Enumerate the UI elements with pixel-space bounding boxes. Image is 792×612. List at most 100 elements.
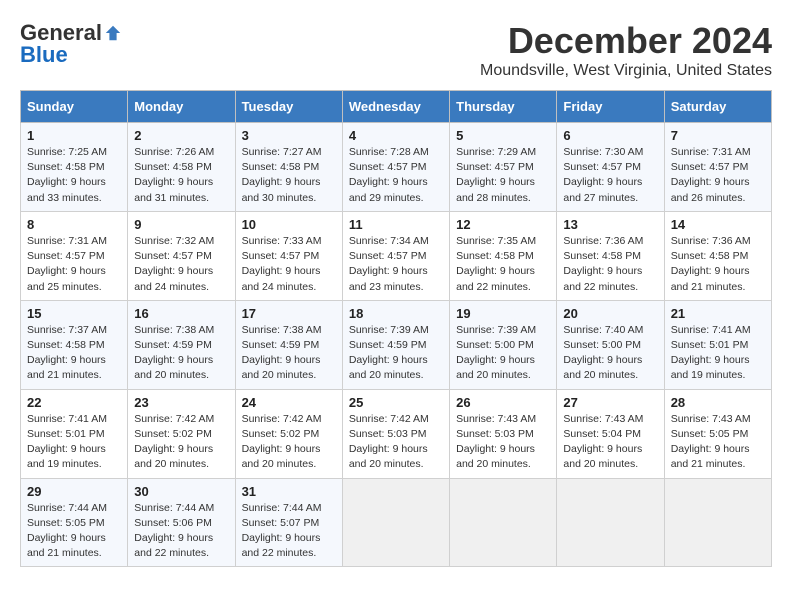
calendar-cell: 13 Sunrise: 7:36 AM Sunset: 4:58 PM Dayl… — [557, 211, 664, 300]
calendar-table: Sunday Monday Tuesday Wednesday Thursday… — [20, 90, 772, 567]
day-number: 28 — [671, 395, 765, 410]
day-info: Sunrise: 7:30 AM Sunset: 4:57 PM Dayligh… — [563, 145, 657, 206]
calendar-cell: 17 Sunrise: 7:38 AM Sunset: 4:59 PM Dayl… — [235, 300, 342, 389]
calendar-cell — [664, 478, 771, 567]
calendar-cell: 5 Sunrise: 7:29 AM Sunset: 4:57 PM Dayli… — [450, 123, 557, 212]
calendar-cell: 10 Sunrise: 7:33 AM Sunset: 4:57 PM Dayl… — [235, 211, 342, 300]
calendar-cell: 23 Sunrise: 7:42 AM Sunset: 5:02 PM Dayl… — [128, 389, 235, 478]
day-number: 30 — [134, 484, 228, 499]
day-info: Sunrise: 7:32 AM Sunset: 4:57 PM Dayligh… — [134, 234, 228, 295]
calendar-cell: 8 Sunrise: 7:31 AM Sunset: 4:57 PM Dayli… — [21, 211, 128, 300]
day-number: 10 — [242, 217, 336, 232]
calendar-cell: 27 Sunrise: 7:43 AM Sunset: 5:04 PM Dayl… — [557, 389, 664, 478]
day-info: Sunrise: 7:44 AM Sunset: 5:07 PM Dayligh… — [242, 501, 336, 562]
header-saturday: Saturday — [664, 91, 771, 123]
calendar-row: 29 Sunrise: 7:44 AM Sunset: 5:05 PM Dayl… — [21, 478, 772, 567]
header-tuesday: Tuesday — [235, 91, 342, 123]
day-number: 15 — [27, 306, 121, 321]
day-number: 1 — [27, 128, 121, 143]
day-info: Sunrise: 7:34 AM Sunset: 4:57 PM Dayligh… — [349, 234, 443, 295]
day-info: Sunrise: 7:44 AM Sunset: 5:05 PM Dayligh… — [27, 501, 121, 562]
day-number: 16 — [134, 306, 228, 321]
month-title: December 2024 — [480, 20, 772, 62]
logo-blue-text: Blue — [20, 42, 68, 68]
calendar-cell: 11 Sunrise: 7:34 AM Sunset: 4:57 PM Dayl… — [342, 211, 449, 300]
day-number: 27 — [563, 395, 657, 410]
day-info: Sunrise: 7:43 AM Sunset: 5:03 PM Dayligh… — [456, 412, 550, 473]
calendar-cell: 19 Sunrise: 7:39 AM Sunset: 5:00 PM Dayl… — [450, 300, 557, 389]
day-info: Sunrise: 7:36 AM Sunset: 4:58 PM Dayligh… — [563, 234, 657, 295]
header-wednesday: Wednesday — [342, 91, 449, 123]
calendar-cell: 18 Sunrise: 7:39 AM Sunset: 4:59 PM Dayl… — [342, 300, 449, 389]
day-number: 13 — [563, 217, 657, 232]
calendar-cell: 3 Sunrise: 7:27 AM Sunset: 4:58 PM Dayli… — [235, 123, 342, 212]
day-number: 17 — [242, 306, 336, 321]
day-info: Sunrise: 7:25 AM Sunset: 4:58 PM Dayligh… — [27, 145, 121, 206]
day-number: 18 — [349, 306, 443, 321]
calendar-cell: 7 Sunrise: 7:31 AM Sunset: 4:57 PM Dayli… — [664, 123, 771, 212]
day-info: Sunrise: 7:35 AM Sunset: 4:58 PM Dayligh… — [456, 234, 550, 295]
title-area: December 2024 Moundsville, West Virginia… — [480, 20, 772, 80]
day-number: 8 — [27, 217, 121, 232]
calendar-cell: 22 Sunrise: 7:41 AM Sunset: 5:01 PM Dayl… — [21, 389, 128, 478]
logo-icon — [104, 24, 122, 42]
calendar-cell — [557, 478, 664, 567]
calendar-cell: 20 Sunrise: 7:40 AM Sunset: 5:00 PM Dayl… — [557, 300, 664, 389]
day-number: 29 — [27, 484, 121, 499]
day-info: Sunrise: 7:31 AM Sunset: 4:57 PM Dayligh… — [671, 145, 765, 206]
day-number: 6 — [563, 128, 657, 143]
day-info: Sunrise: 7:33 AM Sunset: 4:57 PM Dayligh… — [242, 234, 336, 295]
calendar-cell: 29 Sunrise: 7:44 AM Sunset: 5:05 PM Dayl… — [21, 478, 128, 567]
calendar-cell: 24 Sunrise: 7:42 AM Sunset: 5:02 PM Dayl… — [235, 389, 342, 478]
calendar-row: 22 Sunrise: 7:41 AM Sunset: 5:01 PM Dayl… — [21, 389, 772, 478]
calendar-cell: 15 Sunrise: 7:37 AM Sunset: 4:58 PM Dayl… — [21, 300, 128, 389]
day-info: Sunrise: 7:39 AM Sunset: 5:00 PM Dayligh… — [456, 323, 550, 384]
day-info: Sunrise: 7:38 AM Sunset: 4:59 PM Dayligh… — [242, 323, 336, 384]
day-number: 4 — [349, 128, 443, 143]
calendar-cell: 14 Sunrise: 7:36 AM Sunset: 4:58 PM Dayl… — [664, 211, 771, 300]
day-info: Sunrise: 7:37 AM Sunset: 4:58 PM Dayligh… — [27, 323, 121, 384]
calendar-cell: 1 Sunrise: 7:25 AM Sunset: 4:58 PM Dayli… — [21, 123, 128, 212]
calendar-cell — [450, 478, 557, 567]
day-number: 31 — [242, 484, 336, 499]
day-info: Sunrise: 7:40 AM Sunset: 5:00 PM Dayligh… — [563, 323, 657, 384]
day-number: 7 — [671, 128, 765, 143]
day-number: 19 — [456, 306, 550, 321]
day-info: Sunrise: 7:42 AM Sunset: 5:02 PM Dayligh… — [134, 412, 228, 473]
day-info: Sunrise: 7:27 AM Sunset: 4:58 PM Dayligh… — [242, 145, 336, 206]
calendar-cell: 16 Sunrise: 7:38 AM Sunset: 4:59 PM Dayl… — [128, 300, 235, 389]
calendar-cell: 26 Sunrise: 7:43 AM Sunset: 5:03 PM Dayl… — [450, 389, 557, 478]
calendar-cell — [342, 478, 449, 567]
calendar-cell: 6 Sunrise: 7:30 AM Sunset: 4:57 PM Dayli… — [557, 123, 664, 212]
calendar-cell: 25 Sunrise: 7:42 AM Sunset: 5:03 PM Dayl… — [342, 389, 449, 478]
day-info: Sunrise: 7:44 AM Sunset: 5:06 PM Dayligh… — [134, 501, 228, 562]
calendar-cell: 4 Sunrise: 7:28 AM Sunset: 4:57 PM Dayli… — [342, 123, 449, 212]
calendar-header-row: Sunday Monday Tuesday Wednesday Thursday… — [21, 91, 772, 123]
day-number: 21 — [671, 306, 765, 321]
calendar-cell: 2 Sunrise: 7:26 AM Sunset: 4:58 PM Dayli… — [128, 123, 235, 212]
calendar-cell: 31 Sunrise: 7:44 AM Sunset: 5:07 PM Dayl… — [235, 478, 342, 567]
day-info: Sunrise: 7:26 AM Sunset: 4:58 PM Dayligh… — [134, 145, 228, 206]
header-friday: Friday — [557, 91, 664, 123]
day-number: 5 — [456, 128, 550, 143]
day-number: 23 — [134, 395, 228, 410]
calendar-cell: 30 Sunrise: 7:44 AM Sunset: 5:06 PM Dayl… — [128, 478, 235, 567]
day-info: Sunrise: 7:28 AM Sunset: 4:57 PM Dayligh… — [349, 145, 443, 206]
day-number: 25 — [349, 395, 443, 410]
header-monday: Monday — [128, 91, 235, 123]
day-info: Sunrise: 7:29 AM Sunset: 4:57 PM Dayligh… — [456, 145, 550, 206]
day-info: Sunrise: 7:43 AM Sunset: 5:05 PM Dayligh… — [671, 412, 765, 473]
calendar-cell: 21 Sunrise: 7:41 AM Sunset: 5:01 PM Dayl… — [664, 300, 771, 389]
calendar-cell: 28 Sunrise: 7:43 AM Sunset: 5:05 PM Dayl… — [664, 389, 771, 478]
calendar-row: 15 Sunrise: 7:37 AM Sunset: 4:58 PM Dayl… — [21, 300, 772, 389]
header-thursday: Thursday — [450, 91, 557, 123]
day-info: Sunrise: 7:36 AM Sunset: 4:58 PM Dayligh… — [671, 234, 765, 295]
day-info: Sunrise: 7:31 AM Sunset: 4:57 PM Dayligh… — [27, 234, 121, 295]
day-number: 14 — [671, 217, 765, 232]
day-number: 2 — [134, 128, 228, 143]
logo: General Blue — [20, 20, 122, 68]
day-number: 22 — [27, 395, 121, 410]
day-number: 12 — [456, 217, 550, 232]
calendar-row: 1 Sunrise: 7:25 AM Sunset: 4:58 PM Dayli… — [21, 123, 772, 212]
day-number: 3 — [242, 128, 336, 143]
